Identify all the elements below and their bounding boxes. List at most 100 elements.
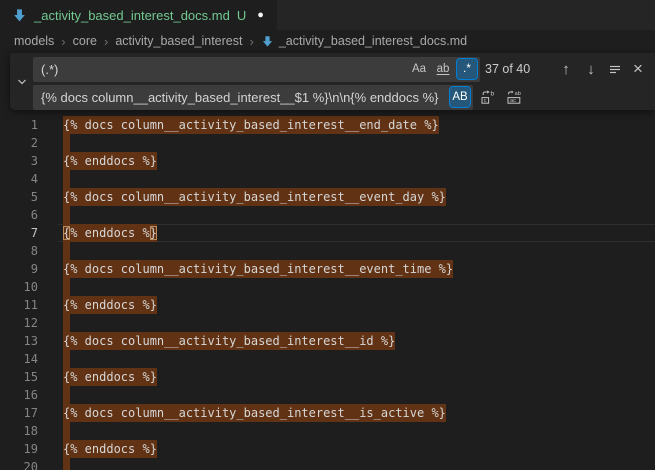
line-content[interactable]: {% enddocs %} <box>58 296 655 314</box>
breadcrumb-separator: › <box>249 34 253 49</box>
line-content[interactable] <box>58 170 655 188</box>
modified-indicator-dot[interactable]: ● <box>257 10 264 21</box>
line-number[interactable]: 11 <box>0 296 38 314</box>
replace-all-button[interactable]: ab ac <box>503 86 525 108</box>
find-match-highlight: {% enddocs %} <box>63 368 157 386</box>
breadcrumb-item-file[interactable]: _activity_based_interest_docs.md <box>261 34 467 48</box>
line-number[interactable]: 7 <box>0 224 38 242</box>
code-line[interactable]: 4 <box>0 170 655 188</box>
line-content[interactable] <box>58 386 655 404</box>
code-line[interactable]: 17 {% docs column__activity_based_interes… <box>0 404 655 422</box>
line-number[interactable]: 2 <box>0 134 38 152</box>
code-line[interactable]: 5 {% docs column__activity_based_interest… <box>0 188 655 206</box>
line-number[interactable]: 1 <box>0 116 38 134</box>
find-match-highlight: {% enddocs %} <box>63 296 157 314</box>
line-number[interactable]: 20 <box>0 458 38 470</box>
preserve-case-toggle[interactable]: AB <box>450 87 470 107</box>
code-line[interactable]: 14 <box>0 350 655 368</box>
code-line[interactable]: 6 <box>0 206 655 224</box>
previous-match-button[interactable]: ↑ <box>555 58 577 80</box>
line-content[interactable] <box>58 278 655 296</box>
line-content[interactable]: {% enddocs %} <box>58 368 655 386</box>
breadcrumb-file-name: _activity_based_interest_docs.md <box>279 34 467 48</box>
code-line[interactable]: 20 <box>0 458 655 470</box>
line-content[interactable] <box>58 350 655 368</box>
line-number[interactable]: 18 <box>0 422 38 440</box>
code-line[interactable]: 11 {% enddocs %} <box>0 296 655 314</box>
svg-text:ac: ac <box>510 98 516 104</box>
code-line[interactable]: 15 {% enddocs %} <box>0 368 655 386</box>
line-content[interactable]: {% enddocs %} <box>58 224 655 242</box>
toggle-replace-chevron[interactable] <box>13 53 31 110</box>
line-number[interactable]: 3 <box>0 152 38 170</box>
whole-word-toggle[interactable]: ab <box>433 59 453 79</box>
find-input-value: (.*) <box>41 62 58 77</box>
code-line[interactable]: 19 {% enddocs %} <box>0 440 655 458</box>
find-options: Aa ab .* <box>409 59 477 79</box>
breadcrumb-item-models[interactable]: models <box>14 34 54 48</box>
line-number[interactable]: 5 <box>0 188 38 206</box>
line-content[interactable]: {% docs column__activity_based_interest_… <box>58 116 655 134</box>
find-row: (.*) Aa ab .* 37 of 40 ↑ ↓ <box>33 57 655 82</box>
find-replace-widget: (.*) Aa ab .* 37 of 40 ↑ ↓ <box>10 53 655 110</box>
code-line[interactable]: 18 <box>0 422 655 440</box>
code-line[interactable]: 8 <box>0 242 655 260</box>
line-number[interactable]: 14 <box>0 350 38 368</box>
code-line[interactable]: 13 {% docs column__activity_based_interes… <box>0 332 655 350</box>
find-match-highlight <box>63 386 70 404</box>
find-input[interactable]: (.*) Aa ab .* <box>33 57 480 82</box>
breadcrumb-item-activity-based-interest[interactable]: activity_based_interest <box>115 34 242 48</box>
breadcrumb-item-core[interactable]: core <box>73 34 97 48</box>
find-match-highlight <box>63 458 70 470</box>
replace-options: AB <box>450 87 470 107</box>
replace-button[interactable]: b c <box>477 86 499 108</box>
line-content[interactable] <box>58 134 655 152</box>
editor-tab[interactable]: _activity_based_interest_docs.md U ● <box>0 0 277 30</box>
code-line[interactable]: 2 <box>0 134 655 152</box>
match-case-toggle[interactable]: Aa <box>409 59 429 79</box>
code-line[interactable]: 9 {% docs column__activity_based_interest… <box>0 260 655 278</box>
line-number[interactable]: 17 <box>0 404 38 422</box>
find-match-highlight: {% enddocs %} <box>63 224 157 242</box>
replace-input[interactable]: {% docs column__activity_based_interest_… <box>33 85 473 110</box>
git-status-badge: U <box>237 8 246 23</box>
line-content[interactable]: {% docs column__activity_based_interest_… <box>58 332 655 350</box>
line-number[interactable]: 8 <box>0 242 38 260</box>
code-line[interactable]: 7 {% enddocs %} <box>0 224 655 242</box>
line-number[interactable]: 9 <box>0 260 38 278</box>
code-line[interactable]: 16 <box>0 386 655 404</box>
line-content[interactable]: {% enddocs %} <box>58 440 655 458</box>
line-number[interactable]: 13 <box>0 332 38 350</box>
line-content[interactable] <box>58 422 655 440</box>
code-line[interactable]: 1 {% docs column__activity_based_interest… <box>0 116 655 134</box>
bracket-match: } <box>150 226 157 240</box>
line-number[interactable]: 16 <box>0 386 38 404</box>
find-match-highlight: {% enddocs %} <box>63 440 157 458</box>
line-content[interactable]: {% docs column__activity_based_interest_… <box>58 260 655 278</box>
next-match-button[interactable]: ↓ <box>580 58 602 80</box>
line-number[interactable]: 10 <box>0 278 38 296</box>
code-line[interactable]: 3 {% enddocs %} <box>0 152 655 170</box>
line-content[interactable]: {% enddocs %} <box>58 152 655 170</box>
find-match-highlight <box>63 314 70 332</box>
line-content[interactable] <box>58 206 655 224</box>
line-content[interactable] <box>58 314 655 332</box>
find-match-highlight: {% docs column__activity_based_interest_… <box>63 404 446 422</box>
line-number[interactable]: 15 <box>0 368 38 386</box>
find-in-selection-button[interactable] <box>604 58 626 80</box>
line-content[interactable] <box>58 242 655 260</box>
line-content[interactable] <box>58 458 655 470</box>
editor-pane[interactable]: (.*) Aa ab .* 37 of 40 ↑ ↓ <box>0 52 655 470</box>
close-icon[interactable]: × <box>627 58 649 80</box>
line-number[interactable]: 4 <box>0 170 38 188</box>
selection-icon <box>607 61 623 77</box>
line-content[interactable]: {% docs column__activity_based_interest_… <box>58 404 655 422</box>
line-number[interactable]: 19 <box>0 440 38 458</box>
code-line[interactable]: 12 <box>0 314 655 332</box>
line-number[interactable]: 12 <box>0 314 38 332</box>
svg-text:c: c <box>484 98 487 104</box>
line-number[interactable]: 6 <box>0 206 38 224</box>
code-line[interactable]: 10 <box>0 278 655 296</box>
line-content[interactable]: {% docs column__activity_based_interest_… <box>58 188 655 206</box>
regex-toggle[interactable]: .* <box>457 59 477 79</box>
